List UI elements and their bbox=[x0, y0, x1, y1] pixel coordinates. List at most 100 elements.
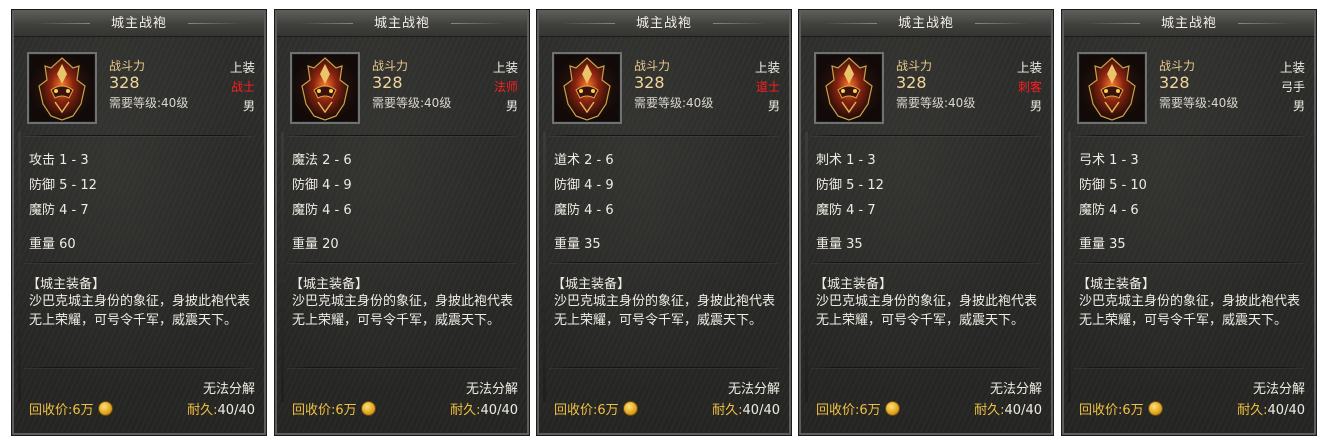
equip-slot: 上装 bbox=[229, 60, 255, 75]
durability: 耐久:40/40 bbox=[187, 399, 255, 418]
class-requirement: 弓手 bbox=[1280, 80, 1305, 94]
recycle-price: 回收价:6万 bbox=[1079, 399, 1162, 418]
gender-requirement: 男 bbox=[767, 99, 780, 113]
combat-power-value: 328 bbox=[1159, 73, 1190, 92]
tooltip-title-bar: 城主战袍 bbox=[14, 12, 264, 37]
class-requirement: 法师 bbox=[493, 80, 518, 94]
level-requirement: 需要等级:40级 bbox=[896, 96, 976, 110]
divider bbox=[811, 135, 1041, 136]
attribute-magic-defense: 魔防 4 - 7 bbox=[29, 203, 89, 218]
divider bbox=[811, 262, 1041, 263]
equip-slot: 上装 bbox=[492, 60, 518, 75]
gender-requirement: 男 bbox=[505, 99, 518, 113]
divider bbox=[287, 367, 517, 368]
gold-coin-icon bbox=[623, 402, 637, 415]
equip-slot: 上装 bbox=[1016, 60, 1042, 75]
title-ornament-left bbox=[1086, 23, 1140, 24]
divider bbox=[811, 367, 1041, 368]
combat-power-value: 328 bbox=[634, 73, 665, 92]
durability-label: 耐久: bbox=[712, 403, 743, 418]
no-decompose-label: 无法分解 bbox=[465, 382, 518, 397]
item-tooltip-card: 城主战袍 战斗力 328 需要等级:40级 上装 弓手 男 弓术 1 - 3 防… bbox=[1061, 9, 1317, 436]
level-requirement: 需要等级:40级 bbox=[634, 96, 714, 110]
description-title: 【城主装备】 bbox=[27, 277, 106, 292]
item-tooltip-card: 城主战袍 战斗力 328 需要等级:40级 上装 战士 男 攻击 1 - 3 防… bbox=[11, 9, 267, 436]
title-ornament-right bbox=[1238, 23, 1292, 24]
durability-value: 40/40 bbox=[217, 403, 255, 418]
recycle-price: 回收价:6万 bbox=[816, 399, 899, 418]
equip-slot: 上装 bbox=[754, 60, 780, 75]
equip-slot: 上装 bbox=[1279, 60, 1305, 75]
class-requirement: 战士 bbox=[230, 80, 255, 94]
title-ornament-left bbox=[299, 23, 353, 24]
item-name: 城主战袍 bbox=[635, 16, 692, 31]
divider bbox=[549, 262, 779, 263]
scroll-rail bbox=[805, 132, 808, 402]
tooltip-title-bar: 城主战袍 bbox=[539, 12, 789, 37]
durability-label: 耐久: bbox=[450, 403, 481, 418]
attribute-defense: 防御 5 - 12 bbox=[816, 178, 884, 193]
description-text: 沙巴克城主身份的象征，身披此袍代表无上荣耀，可号令千军，威震天下。 bbox=[292, 294, 514, 328]
gender-requirement: 男 bbox=[1029, 99, 1042, 113]
attribute-primary: 道术 2 - 6 bbox=[554, 153, 614, 168]
item-name: 城主战袍 bbox=[373, 16, 430, 31]
scroll-rail bbox=[18, 132, 21, 402]
item-weight: 重量 60 bbox=[29, 237, 76, 252]
level-requirement: 需要等级:40级 bbox=[372, 96, 452, 110]
description-text: 沙巴克城主身份的象征，身披此袍代表无上荣耀，可号令千军，威震天下。 bbox=[1079, 294, 1301, 328]
gender-requirement: 男 bbox=[1292, 99, 1305, 113]
attribute-primary: 刺术 1 - 3 bbox=[816, 153, 876, 168]
divider bbox=[1074, 367, 1304, 368]
attribute-primary: 弓术 1 - 3 bbox=[1079, 153, 1139, 168]
divider bbox=[24, 262, 254, 263]
divider bbox=[549, 135, 779, 136]
armor-helmet-icon bbox=[1077, 52, 1147, 124]
level-requirement: 需要等级:40级 bbox=[109, 96, 189, 110]
recycle-price: 回收价:6万 bbox=[292, 399, 375, 418]
tooltip-title-bar: 城主战袍 bbox=[1064, 12, 1314, 37]
divider bbox=[1074, 262, 1304, 263]
description-text: 沙巴克城主身份的象征，身披此袍代表无上荣耀，可号令千军，威震天下。 bbox=[816, 294, 1038, 328]
durability-value: 40/40 bbox=[1004, 403, 1042, 418]
armor-helmet-icon bbox=[27, 52, 97, 124]
item-weight: 重量 35 bbox=[816, 237, 863, 252]
durability: 耐久:40/40 bbox=[450, 399, 518, 418]
title-ornament-left bbox=[36, 23, 90, 24]
combat-power-label: 战斗力 bbox=[1159, 59, 1196, 73]
attribute-defense: 防御 5 - 12 bbox=[29, 178, 97, 193]
durability-value: 40/40 bbox=[1267, 403, 1305, 418]
class-requirement: 道士 bbox=[755, 80, 780, 94]
item-tooltip-card: 城主战袍 战斗力 328 需要等级:40级 上装 刺客 男 刺术 1 - 3 防… bbox=[798, 9, 1054, 436]
gender-requirement: 男 bbox=[242, 99, 255, 113]
item-weight: 重量 35 bbox=[554, 237, 601, 252]
combat-power-label: 战斗力 bbox=[634, 59, 671, 73]
attribute-primary: 魔法 2 - 6 bbox=[292, 153, 352, 168]
gold-coin-icon bbox=[1148, 402, 1162, 415]
gold-coin-icon bbox=[98, 402, 112, 415]
title-ornament-right bbox=[451, 23, 505, 24]
item-tooltip-card: 城主战袍 战斗力 328 需要等级:40级 上装 道士 男 道术 2 - 6 防… bbox=[536, 9, 792, 436]
scroll-rail bbox=[1068, 132, 1071, 402]
no-decompose-label: 无法分解 bbox=[1252, 382, 1305, 397]
attribute-magic-defense: 魔防 4 - 6 bbox=[292, 203, 352, 218]
recycle-price-text: 回收价:6万 bbox=[1079, 403, 1144, 418]
combat-power-label: 战斗力 bbox=[109, 59, 146, 73]
item-name: 城主战袍 bbox=[897, 16, 954, 31]
no-decompose-label: 无法分解 bbox=[202, 382, 255, 397]
no-decompose-label: 无法分解 bbox=[727, 382, 780, 397]
durability: 耐久:40/40 bbox=[974, 399, 1042, 418]
divider bbox=[24, 135, 254, 136]
title-ornament-right bbox=[713, 23, 767, 24]
combat-power-label: 战斗力 bbox=[896, 59, 933, 73]
armor-helmet-icon bbox=[552, 52, 622, 124]
title-ornament-left bbox=[561, 23, 615, 24]
level-requirement: 需要等级:40级 bbox=[1159, 96, 1239, 110]
description-text: 沙巴克城主身份的象征，身披此袍代表无上荣耀，可号令千军，威震天下。 bbox=[554, 294, 776, 328]
title-ornament-right bbox=[975, 23, 1029, 24]
combat-power-value: 328 bbox=[372, 73, 403, 92]
item-tooltip-card: 城主战袍 战斗力 328 需要等级:40级 上装 法师 男 魔法 2 - 6 防… bbox=[274, 9, 530, 436]
combat-power-value: 328 bbox=[109, 73, 140, 92]
combat-power-value: 328 bbox=[896, 73, 927, 92]
title-ornament-right bbox=[188, 23, 242, 24]
tooltip-title-bar: 城主战袍 bbox=[801, 12, 1051, 37]
